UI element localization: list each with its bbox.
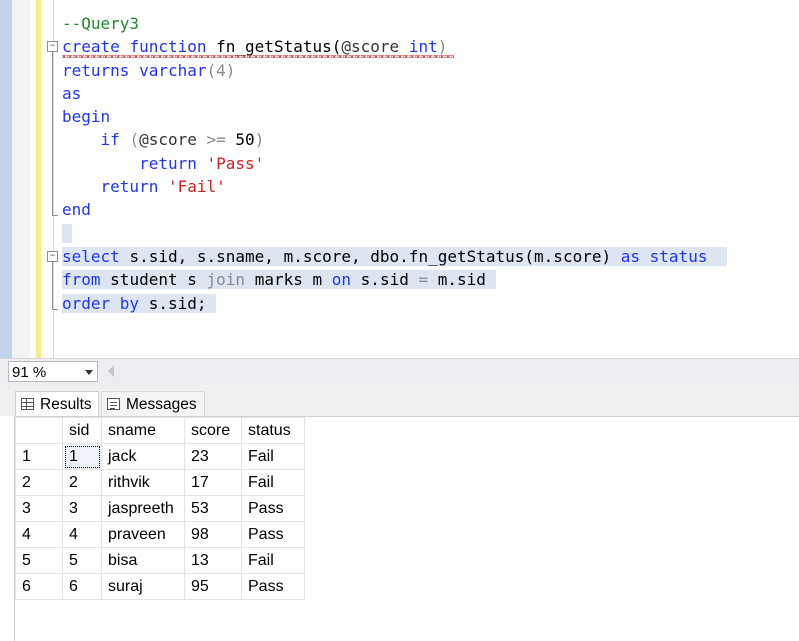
results-grid[interactable]: sid sname score status 1 1 jack 23 Fail … [14, 416, 799, 641]
table-row[interactable]: 3 3 jaspreeth 53 Pass [15, 495, 305, 522]
code-line-5: begin [62, 107, 111, 127]
row-number[interactable]: 5 [15, 547, 63, 574]
cell-score[interactable]: 98 [184, 521, 242, 548]
cell-sid[interactable]: 2 [62, 469, 102, 496]
row-number[interactable]: 6 [15, 573, 63, 600]
header-row: sid sname score status [15, 417, 305, 444]
cell-sname[interactable]: bisa [101, 547, 185, 574]
column-header-score[interactable]: score [184, 417, 242, 444]
cell-status[interactable]: Fail [241, 547, 305, 574]
row-number[interactable]: 1 [15, 443, 63, 470]
table-row[interactable]: 4 4 praveen 98 Pass [15, 521, 305, 548]
row-number[interactable]: 3 [15, 495, 63, 522]
cell-sname[interactable]: suraj [101, 573, 185, 600]
editor-left-margin [0, 0, 12, 358]
cell-sid[interactable]: 4 [62, 521, 102, 548]
column-header-sid[interactable]: sid [62, 417, 102, 444]
cell-sid[interactable]: 3 [62, 495, 102, 522]
error-squiggle [62, 54, 454, 58]
table-row[interactable]: 1 1 jack 23 Fail [15, 443, 305, 470]
table-row[interactable]: 6 6 suraj 95 Pass [15, 573, 305, 600]
cell-sid[interactable]: 5 [62, 547, 102, 574]
row-number[interactable]: 2 [15, 469, 63, 496]
query-editor[interactable]: − − --Query3 create function fn_getStatu… [0, 0, 799, 358]
zoom-dropdown[interactable]: 91 % [8, 361, 98, 382]
fold-line [52, 52, 53, 215]
cell-score[interactable]: 95 [184, 573, 242, 600]
cell-score[interactable]: 13 [184, 547, 242, 574]
cell-score[interactable]: 17 [184, 469, 242, 496]
code-line-11: select s.sid, s.sname, m.score, dbo.fn_g… [62, 245, 727, 268]
code-line-7: return 'Pass' [139, 153, 265, 173]
fold-end-tick [52, 215, 58, 216]
corner-header[interactable] [15, 417, 63, 444]
column-header-sname[interactable]: sname [101, 417, 185, 444]
tab-messages[interactable]: Messages [101, 391, 205, 416]
code-line-4: as [62, 83, 82, 103]
cell-sid[interactable]: 6 [62, 573, 102, 600]
change-tracking-bar [36, 0, 41, 358]
cell-sname[interactable]: jack [101, 443, 185, 470]
zoom-value: 91 % [12, 364, 47, 381]
editor-status-strip: 91 % [0, 358, 799, 385]
collapse-function-icon[interactable]: − [47, 41, 58, 52]
gutter-divider [53, 0, 54, 358]
cell-status[interactable]: Pass [241, 495, 305, 522]
cell-status[interactable]: Fail [241, 443, 305, 470]
cell-score[interactable]: 23 [184, 443, 242, 470]
cell-score[interactable]: 53 [184, 495, 242, 522]
editor-selection-margin [12, 0, 30, 358]
code-line-1: --Query3 [62, 14, 140, 33]
code-line-3: returns varchar(4) [62, 60, 236, 80]
code-line-6: if (@score >= 50) [100, 130, 265, 150]
scroll-left-icon[interactable] [108, 365, 114, 377]
table-row[interactable]: 2 2 rithvik 17 Fail [15, 469, 305, 496]
messages-icon [107, 398, 120, 410]
code-line-9: end [62, 200, 91, 220]
cell-sname[interactable]: rithvik [101, 469, 185, 496]
grid-icon [21, 398, 34, 410]
code-line-2: create function fn_getStatus(@score int) [62, 35, 727, 58]
cell-status[interactable]: Fail [241, 469, 305, 496]
results-tabstrip: Results Messages [0, 384, 799, 416]
code-area[interactable]: --Query3 create function fn_getStatus(@s… [62, 12, 727, 315]
fold-end-tick [52, 309, 58, 310]
cell-sid[interactable]: 1 [62, 443, 102, 470]
code-line-13: order by s.sid; [62, 292, 727, 315]
tab-results[interactable]: Results [15, 391, 99, 416]
code-line-8: return 'Fail' [100, 177, 226, 197]
table-row[interactable]: 5 5 bisa 13 Fail [15, 547, 305, 574]
cell-status[interactable]: Pass [241, 521, 305, 548]
results-table: sid sname score status 1 1 jack 23 Fail … [15, 417, 305, 600]
code-line-12: from student s join marks m on s.sid = m… [62, 268, 727, 291]
cell-sname[interactable]: praveen [101, 521, 185, 548]
code-line-10 [62, 222, 727, 245]
fold-line [52, 262, 53, 309]
cell-sname[interactable]: jaspreeth [101, 495, 185, 522]
row-number[interactable]: 4 [15, 521, 63, 548]
collapse-select-icon[interactable]: − [47, 251, 58, 262]
column-header-status[interactable]: status [241, 417, 305, 444]
cell-status[interactable]: Pass [241, 573, 305, 600]
chevron-down-icon[interactable] [85, 370, 93, 375]
